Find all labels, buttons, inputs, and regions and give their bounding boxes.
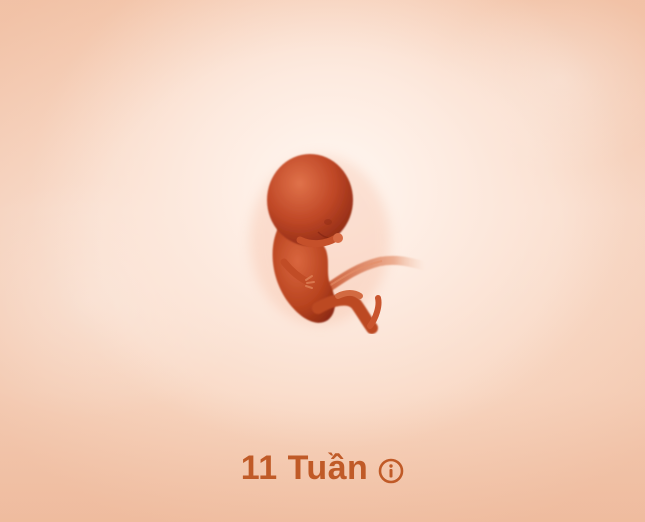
fetus-illustration — [250, 154, 430, 334]
pregnancy-week-screen: 11 Tuần — [0, 0, 645, 522]
info-circle-icon[interactable] — [378, 458, 404, 484]
week-caption: 11 Tuần — [0, 446, 645, 490]
week-title: 11 Tuần — [240, 449, 369, 487]
